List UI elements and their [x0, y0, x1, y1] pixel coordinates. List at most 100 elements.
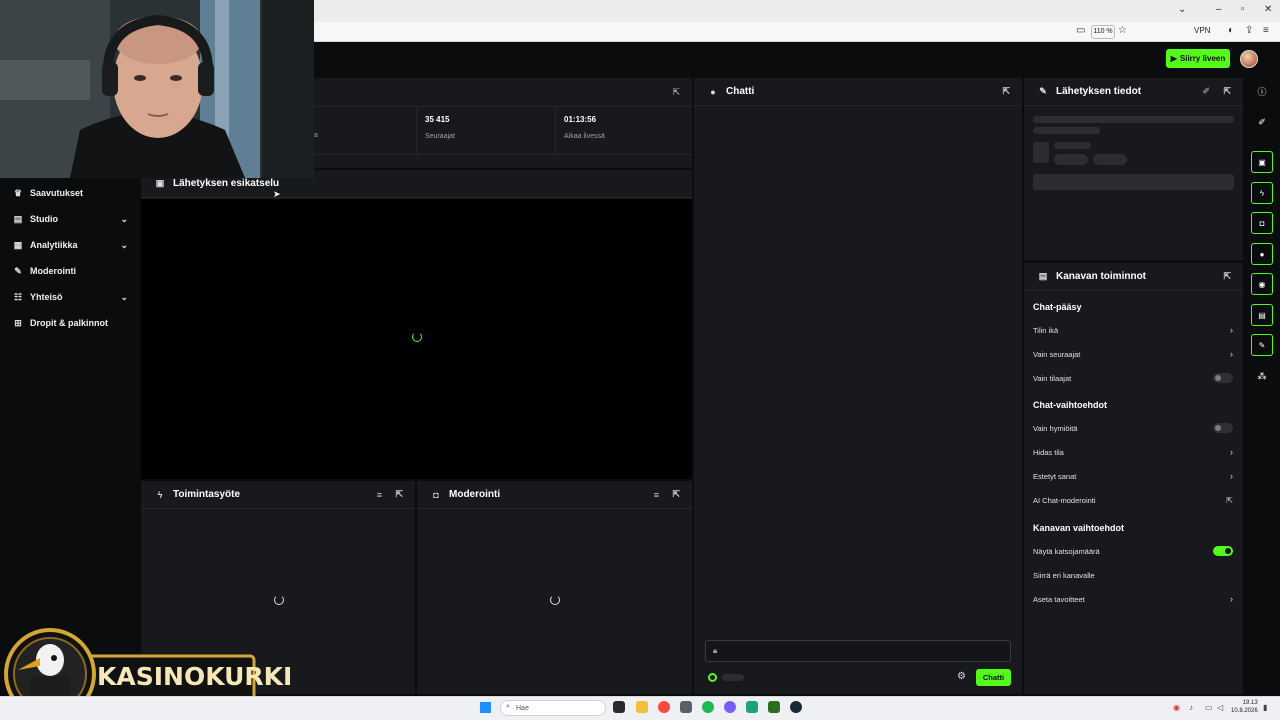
- bookmark-star-icon[interactable]: ☆: [1118, 25, 1127, 36]
- sidebar-item-drops[interactable]: ⊞ Dropit & palkinnot: [0, 312, 141, 334]
- avatar[interactable]: [1240, 50, 1258, 68]
- subscribers-only-toggle[interactable]: [1213, 373, 1233, 383]
- edit-icon[interactable]: ✐: [1202, 86, 1210, 97]
- popout-icon[interactable]: ⇱: [395, 489, 403, 500]
- file-explorer-icon[interactable]: [636, 701, 648, 713]
- windows-start-icon[interactable]: [480, 702, 491, 713]
- tray-icon[interactable]: ◉: [1173, 703, 1180, 712]
- option-label: Hidas tila: [1033, 447, 1064, 457]
- maximize-icon[interactable]: ▫: [1241, 4, 1245, 15]
- option-label: AI Chat-moderointi: [1033, 495, 1096, 505]
- option-label: Näytä katsojamäärä: [1033, 546, 1100, 556]
- filter-icon[interactable]: ≡: [654, 490, 659, 500]
- popout-icon[interactable]: ⇱: [1002, 86, 1010, 97]
- popout-icon[interactable]: ⇱: [1223, 86, 1231, 97]
- show-viewer-count-toggle[interactable]: [1213, 546, 1233, 556]
- preview-widget-icon[interactable]: ▣: [1251, 151, 1273, 173]
- broadcast-icon[interactable]: ◉: [1251, 273, 1273, 295]
- share-icon[interactable]: ⇪: [1245, 25, 1253, 36]
- sidebar-item-community[interactable]: ☷ Yhteisö ⌄: [0, 286, 141, 308]
- analytics-icon: ▦: [13, 239, 23, 250]
- task-view-icon[interactable]: [613, 701, 625, 713]
- chevron-right-icon: ›: [1230, 325, 1233, 335]
- option-blocked-words[interactable]: Estetyt sanat ›: [1033, 469, 1233, 483]
- lightning-icon[interactable]: ϟ: [1251, 182, 1273, 204]
- chat-send-button[interactable]: Chatti: [976, 669, 1011, 686]
- option-emotes-only: Vain hymiöitä: [1033, 421, 1233, 435]
- sidebar-item-achievements[interactable]: ♛ Saavutukset: [0, 182, 141, 204]
- skeleton-pill: [1054, 154, 1088, 165]
- app-icon[interactable]: [746, 701, 758, 713]
- wrench-icon[interactable]: ✎: [1251, 334, 1273, 356]
- panel-header: ◘ Moderointi ≡ ⇱: [417, 481, 692, 509]
- clock-time: 19.13: [1242, 700, 1258, 706]
- video-preview[interactable]: [141, 199, 692, 479]
- panel-title: Lähetyksen tiedot: [1056, 86, 1142, 97]
- gift-icon: ⊞: [14, 317, 22, 328]
- nvidia-icon[interactable]: [768, 701, 780, 713]
- settings-panel-icon[interactable]: ▤: [1251, 304, 1273, 326]
- option-label: Tilin ikä: [1033, 325, 1059, 335]
- loading-spinner-icon: [274, 595, 284, 605]
- emotes-only-toggle[interactable]: [1213, 423, 1233, 433]
- sidebar-item-label: Saavutukset: [30, 188, 84, 198]
- vpn-badge[interactable]: VPN: [1194, 26, 1210, 35]
- shield-icon[interactable]: ◘: [1251, 212, 1273, 234]
- info-icon[interactable]: ⓘ: [1251, 80, 1273, 102]
- stat-label: a: [314, 132, 318, 139]
- edit-icon[interactable]: ✐: [1251, 111, 1273, 133]
- close-icon[interactable]: ✕: [1264, 4, 1272, 15]
- popout-icon[interactable]: ⇱: [672, 489, 680, 500]
- community-icon: ☷: [13, 291, 23, 302]
- spotify-icon[interactable]: [702, 701, 714, 713]
- app-icon[interactable]: [680, 701, 692, 713]
- steam-icon[interactable]: [790, 701, 802, 713]
- zoom-level[interactable]: 110 %: [1091, 25, 1115, 39]
- option-ai-moderation[interactable]: AI Chat-moderointi ⇱: [1033, 493, 1233, 507]
- option-set-goals[interactable]: Aseta tavoitteet ›: [1033, 592, 1233, 606]
- option-label: Estetyt sanat: [1033, 471, 1077, 481]
- menu-icon[interactable]: ≡: [1263, 25, 1269, 36]
- notification-icon[interactable]: ▮: [1263, 703, 1267, 712]
- popout-icon[interactable]: ⇱: [672, 87, 680, 98]
- browser-icon[interactable]: [658, 701, 670, 713]
- option-slow-mode[interactable]: Hidas tila ›: [1033, 445, 1233, 459]
- emote-icon[interactable]: [708, 673, 717, 682]
- sidebar-item-analytics[interactable]: ▦ Analytiikka ⌄: [0, 234, 141, 256]
- mouse-cursor-icon: ➤: [273, 189, 281, 199]
- sidebar-item-moderation[interactable]: ✎ Moderointi: [0, 260, 141, 282]
- lock-icon: 🔒︎: [713, 646, 718, 655]
- minimize-icon[interactable]: –: [1216, 4, 1222, 15]
- skeleton-line: [1033, 116, 1234, 123]
- go-live-button[interactable]: ▶ Siirry liveen: [1166, 49, 1230, 68]
- option-raid-channel[interactable]: Siirrä eri kanavalle: [1033, 568, 1233, 582]
- sidebar-item-label: Moderointi: [30, 266, 76, 276]
- vpn-label: VPN: [1194, 26, 1211, 35]
- chat-bubble-icon[interactable]: ●: [1251, 243, 1273, 265]
- panel-title: Chatti: [726, 86, 755, 97]
- taskbar-search[interactable]: ⌕ Hae: [500, 700, 606, 716]
- followers-value: 35 415: [425, 115, 450, 124]
- chat-input[interactable]: 🔒︎: [705, 640, 1011, 662]
- option-label: Vain tilaajat: [1033, 373, 1072, 383]
- taskbar-clock[interactable]: 19.13 10.8.2026: [1231, 699, 1258, 715]
- popout-icon[interactable]: ⇱: [1223, 271, 1231, 282]
- sidebar-item-studio[interactable]: ▤ Studio ⌄: [0, 208, 141, 230]
- messenger-icon[interactable]: [724, 701, 736, 713]
- tab-list-chevron-icon[interactable]: ⌄: [1178, 4, 1186, 15]
- gear-icon[interactable]: ⚙: [957, 671, 966, 682]
- search-placeholder: Hae: [516, 704, 529, 712]
- studio-icon: ▤: [13, 213, 23, 224]
- extension-icon[interactable]: ◐: [1228, 25, 1234, 36]
- option-followers-only[interactable]: Vain seuraajat ›: [1033, 347, 1233, 361]
- preview-icon: ▣: [155, 178, 165, 188]
- chevron-right-icon: ›: [1230, 471, 1233, 481]
- mic-icon[interactable]: ♪: [1189, 703, 1193, 712]
- wrench-icon: ✎: [14, 265, 22, 276]
- add-widget-icon[interactable]: ⁂: [1251, 365, 1273, 387]
- volume-icon[interactable]: ◁: [1217, 703, 1223, 712]
- filter-icon[interactable]: ≡: [377, 490, 382, 500]
- option-account-age[interactable]: Tilin ikä ›: [1033, 323, 1233, 337]
- reader-view-icon[interactable]: ▭: [1076, 25, 1085, 36]
- network-icon[interactable]: ▭: [1205, 703, 1213, 712]
